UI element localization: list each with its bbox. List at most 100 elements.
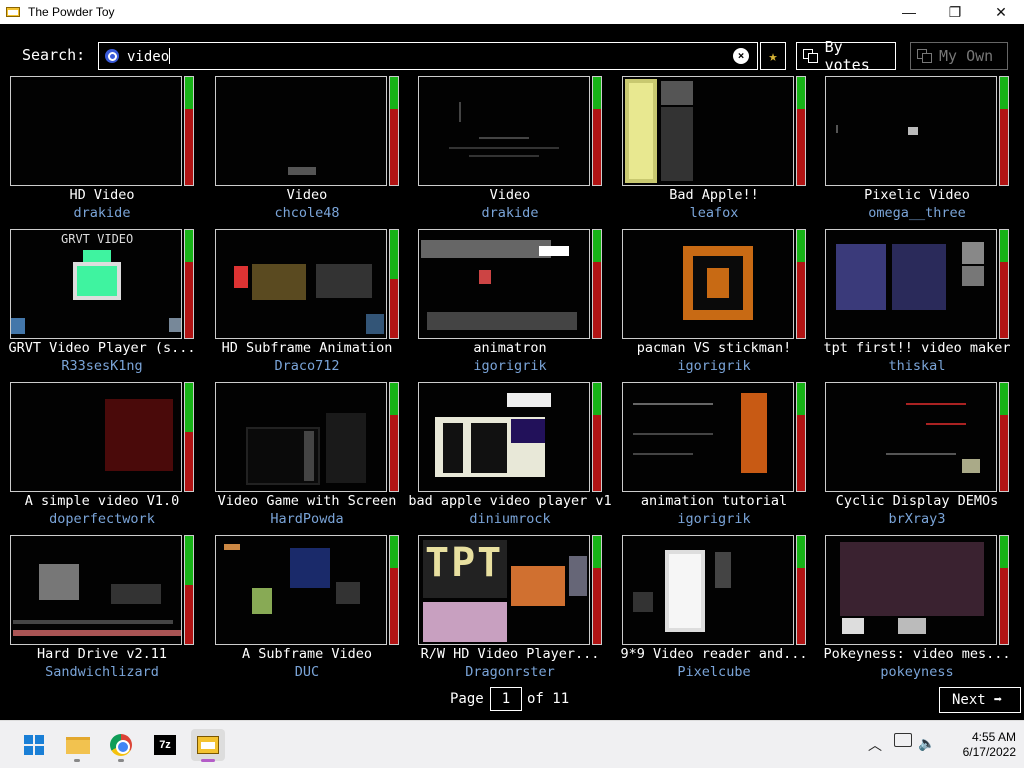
next-page-button[interactable]: Next ➡ (939, 687, 1021, 713)
save-title[interactable]: HD Video (0, 187, 204, 203)
save-author[interactable]: diniumrock (408, 511, 612, 527)
save-author[interactable]: Sandwichlizard (0, 664, 204, 680)
save-thumbnail[interactable] (215, 382, 399, 492)
save-title[interactable]: Video (408, 187, 612, 203)
save-thumbnail[interactable] (215, 229, 399, 339)
save-thumbnail[interactable] (825, 535, 1009, 645)
save-thumbnail[interactable] (622, 229, 806, 339)
7zip-button[interactable]: 7z (148, 729, 182, 761)
save-author[interactable]: omega__three (815, 205, 1019, 221)
save-thumbnail[interactable] (622, 76, 806, 186)
save-thumbnail[interactable] (418, 382, 602, 492)
save-card[interactable]: animatron igorigrik (418, 229, 602, 379)
save-card[interactable]: animation tutorial igorigrik (622, 382, 806, 532)
save-author[interactable]: drakide (0, 205, 204, 221)
save-thumbnail[interactable] (10, 535, 194, 645)
save-thumbnail[interactable] (215, 535, 399, 645)
save-card[interactable]: GRVT VIDEO GRVT Video Player (s... R33sesK… (9, 229, 195, 379)
save-thumbnail[interactable]: TPT (418, 535, 602, 645)
clear-search-icon[interactable]: × (733, 48, 749, 64)
save-card[interactable]: 9*9 Video reader and... Pixelcube (621, 535, 807, 685)
save-title[interactable]: 9*9 Video reader and... (612, 646, 816, 662)
network-icon[interactable] (894, 733, 912, 747)
save-title[interactable]: animatron (408, 340, 612, 356)
save-thumbnail[interactable] (825, 382, 1009, 492)
save-author[interactable]: igorigrik (612, 358, 816, 374)
save-title[interactable]: animation tutorial (612, 493, 816, 509)
save-card[interactable]: Bad Apple!! leafox (622, 76, 806, 226)
save-title[interactable]: A Subframe Video (205, 646, 409, 662)
save-title[interactable]: Video Game with Screen (205, 493, 409, 509)
save-card[interactable]: Cyclic Display DEMOs brXray3 (825, 382, 1009, 532)
save-thumbnail[interactable] (622, 382, 806, 492)
search-input[interactable]: video × (98, 42, 758, 70)
my-own-button[interactable]: My Own (910, 42, 1008, 70)
save-author[interactable]: drakide (408, 205, 612, 221)
save-author[interactable]: igorigrik (408, 358, 612, 374)
save-title[interactable]: Pixelic Video (815, 187, 1019, 203)
save-author[interactable]: pokeyness (815, 664, 1019, 680)
save-card[interactable]: A simple video V1.0 doperfectwork (10, 382, 194, 532)
save-card[interactable]: Hard Drive v2.11 Sandwichlizard (10, 535, 194, 685)
save-author[interactable]: HardPowda (205, 511, 409, 527)
save-thumbnail[interactable] (825, 229, 1009, 339)
save-author[interactable]: doperfectwork (0, 511, 204, 527)
window-titlebar[interactable]: The Powder Toy — ❐ ✕ (0, 0, 1024, 24)
save-card[interactable]: tpt first!! video maker thiskal (824, 229, 1010, 379)
save-title[interactable]: Pokeyness: video mes... (815, 646, 1019, 662)
system-clock[interactable]: 4:55 AM 6/17/2022 (950, 730, 1016, 760)
save-thumbnail[interactable] (418, 76, 602, 186)
save-thumbnail[interactable] (418, 229, 602, 339)
save-title[interactable]: Hard Drive v2.11 (0, 646, 204, 662)
file-explorer-button[interactable] (60, 729, 94, 762)
save-author[interactable]: Draco712 (205, 358, 409, 374)
page-number-input[interactable]: 1 (490, 687, 522, 711)
start-button[interactable] (16, 729, 50, 761)
save-card[interactable]: HD Video drakide (10, 76, 194, 226)
save-thumbnail[interactable] (825, 76, 1009, 186)
close-button[interactable]: ✕ (978, 0, 1024, 24)
minimize-button[interactable]: — (886, 0, 932, 24)
volume-icon[interactable]: 🔈 (918, 735, 935, 752)
save-author[interactable]: leafox (612, 205, 816, 221)
save-card[interactable]: HD Subframe Animation Draco712 (215, 229, 399, 379)
save-title[interactable]: Video (205, 187, 409, 203)
save-card[interactable]: A Subframe Video DUC (215, 535, 399, 685)
save-author[interactable]: brXray3 (815, 511, 1019, 527)
save-author[interactable]: chcole48 (205, 205, 409, 221)
save-author[interactable]: DUC (205, 664, 409, 680)
save-author[interactable]: thiskal (815, 358, 1019, 374)
save-card[interactable]: Pokeyness: video mes... pokeyness (824, 535, 1010, 685)
favorites-button[interactable]: ★ (760, 42, 786, 70)
save-card[interactable]: TPT R/W HD Video Player... Dragonrster (418, 535, 602, 685)
save-author[interactable]: R33sesK1ng (0, 358, 204, 374)
save-thumbnail[interactable] (10, 76, 194, 186)
save-author[interactable]: Pixelcube (612, 664, 816, 680)
save-title[interactable]: bad apple video player v1 (408, 493, 612, 509)
save-thumbnail[interactable] (622, 535, 806, 645)
show-hidden-icons-chevron-icon[interactable]: ︿ (868, 735, 882, 755)
save-author[interactable]: Dragonrster (408, 664, 612, 680)
save-card[interactable]: Pixelic Video omega__three (825, 76, 1009, 226)
save-card[interactable]: Video Game with Screen HardPowda (215, 382, 399, 532)
save-title[interactable]: GRVT Video Player (s... (0, 340, 204, 356)
save-title[interactable]: pacman VS stickman! (612, 340, 816, 356)
save-title[interactable]: HD Subframe Animation (205, 340, 409, 356)
save-title[interactable]: A simple video V1.0 (0, 493, 204, 509)
save-title[interactable]: R/W HD Video Player... (408, 646, 612, 662)
maximize-button[interactable]: ❐ (932, 0, 978, 24)
save-author[interactable]: igorigrik (612, 511, 816, 527)
save-card[interactable]: pacman VS stickman! igorigrik (622, 229, 806, 379)
save-thumbnail[interactable] (215, 76, 399, 186)
chrome-button[interactable] (104, 729, 138, 762)
save-card[interactable]: Video drakide (418, 76, 602, 226)
save-card[interactable]: bad apple video player v1 diniumrock (408, 382, 612, 532)
powder-toy-taskbar-button[interactable] (191, 729, 225, 762)
save-card[interactable]: Video chcole48 (215, 76, 399, 226)
save-title[interactable]: Cyclic Display DEMOs (815, 493, 1019, 509)
save-thumbnail[interactable]: GRVT VIDEO (10, 229, 194, 339)
save-title[interactable]: tpt first!! video maker (815, 340, 1019, 356)
save-thumbnail[interactable] (10, 382, 194, 492)
sort-by-votes-button[interactable]: By votes (796, 38, 896, 74)
save-title[interactable]: Bad Apple!! (612, 187, 816, 203)
